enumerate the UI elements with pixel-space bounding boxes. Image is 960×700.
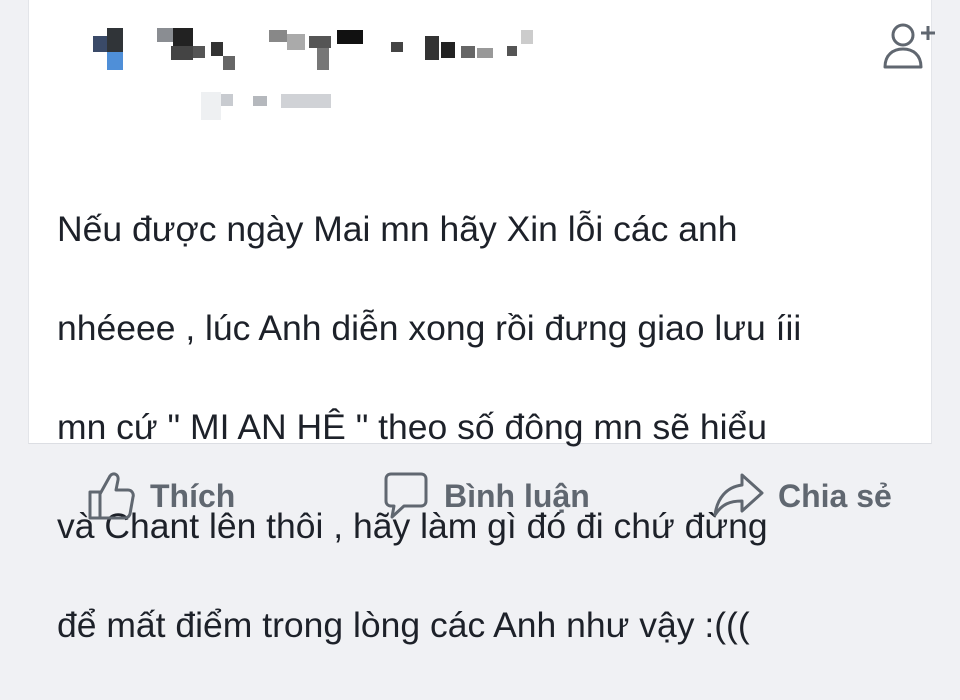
comment-button[interactable]: Bình luận	[380, 458, 590, 534]
post-text-line: mn cứ " MI AN HÊ " theo số đông mn sẽ hi…	[57, 406, 767, 447]
like-icon	[88, 472, 135, 520]
share-label: Chia sẻ	[778, 477, 892, 514]
share-button[interactable]: Chia sẻ	[712, 458, 892, 534]
comment-label: Bình luận	[444, 477, 590, 514]
post-text-line: để mất điểm trong lòng các Anh như vậy :…	[57, 604, 750, 645]
like-label: Thích	[150, 477, 236, 514]
pixelated-author-name[interactable]	[93, 28, 543, 80]
comment-icon	[384, 472, 428, 519]
share-icon	[713, 473, 764, 517]
action-bar: Thích Bình luận Chia sẻ	[0, 458, 960, 534]
like-button[interactable]: Thích	[86, 458, 235, 534]
post-card: Nếu được ngày Mai mn hãy Xin lỗi các anh…	[28, 0, 935, 645]
post-text: Nếu được ngày Mai mn hãy Xin lỗi các anh…	[57, 155, 917, 700]
add-friend-icon[interactable]	[879, 14, 941, 76]
post-text-line: Nếu được ngày Mai mn hãy Xin lỗi các anh	[57, 208, 738, 249]
post-text-line: nhéeee , lúc Anh diễn xong rồi đưng giao…	[57, 307, 802, 348]
pixelated-post-meta	[201, 86, 341, 122]
